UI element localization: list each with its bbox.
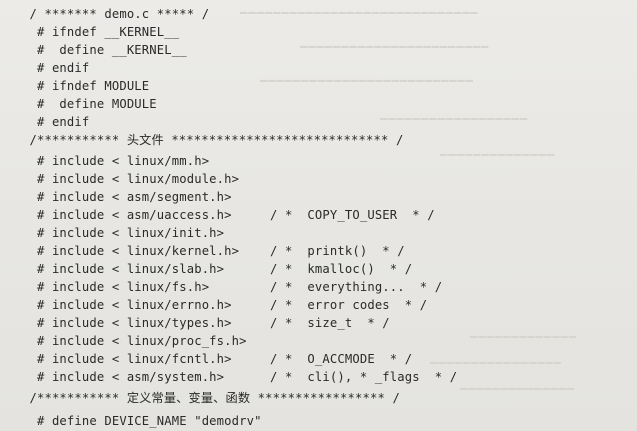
comment-error-codes: / * error codes * /	[270, 298, 428, 312]
code-line-16: # include < linux/fs.h>	[22, 280, 210, 294]
comment-kmalloc: / * kmalloc() * /	[270, 262, 413, 276]
section-header-definitions: /*********** 定义常量、变量、函数 ****************…	[22, 391, 400, 405]
code-line-5: # ifndef MODULE	[22, 79, 150, 93]
code-line-14: # include < linux/kernel.h>	[22, 244, 240, 258]
code-line-12: # include < asm/uaccess.h>	[22, 208, 232, 222]
code-line-20: # include < linux/fcntl.h>	[22, 352, 232, 366]
code-line-19: # include < linux/proc_fs.h>	[22, 334, 247, 348]
code-listing: / ******* demo.c ***** / # ifndef __KERN…	[0, 0, 637, 431]
code-line-13: # include < linux/init.h>	[22, 226, 225, 240]
comment-size-t: / * size_t * /	[270, 316, 390, 330]
code-line-18: # include < linux/types.h>	[22, 316, 232, 330]
code-line-21: # include < asm/system.h>	[22, 370, 225, 384]
code-line-23: # define DEVICE_NAME "demodrv"	[22, 414, 262, 428]
comment-cli-flags: / * cli(), * _flags * /	[270, 370, 458, 384]
code-line-15: # include < linux/slab.h>	[22, 262, 225, 276]
code-line-1: / ******* demo.c ***** /	[22, 7, 210, 21]
comment-everything: / * everything... * /	[270, 280, 443, 294]
code-line-11: # include < asm/segment.h>	[22, 190, 232, 204]
code-line-17: # include < linux/errno.h>	[22, 298, 232, 312]
code-line-3: # define __KERNEL__	[22, 43, 187, 57]
comment-o-accmode: / * O_ACCMODE * /	[270, 352, 413, 366]
section-header-includes: /*********** 头文件 ***********************…	[22, 133, 404, 147]
code-line-10: # include < linux/module.h>	[22, 172, 240, 186]
code-line-9: # include < linux/mm.h>	[22, 154, 210, 168]
book-page: ━━━━━━━━━━━━━━━━━━━━━━━━━━━━━ ━━━━━━━━━━…	[0, 0, 637, 431]
code-line-7: # endif	[22, 115, 90, 129]
code-line-2: # ifndef __KERNEL__	[22, 25, 180, 39]
code-line-4: # endif	[22, 61, 90, 75]
comment-printk: / * printk() * /	[270, 244, 405, 258]
code-line-6: # define MODULE	[22, 97, 157, 111]
comment-copy-to-user: / * COPY_TO_USER * /	[270, 208, 435, 222]
